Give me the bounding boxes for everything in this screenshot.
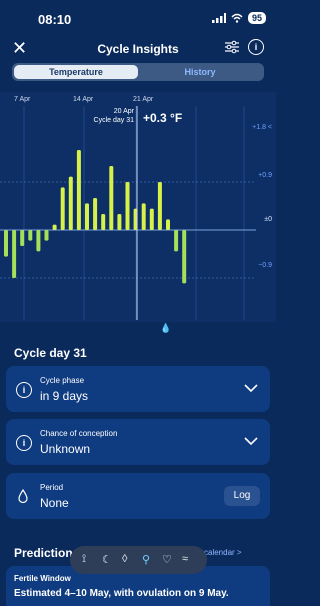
chart-bar[interactable] (44, 230, 49, 241)
x-tick-label: 21 Apr (133, 96, 154, 103)
chart-bar[interactable] (36, 230, 41, 252)
y-tick-label: −0.9 (258, 262, 272, 269)
tab-history[interactable]: History (138, 65, 262, 79)
conception-card[interactable]: i Chance of conception Unknown (6, 419, 270, 465)
wifi-icon (231, 13, 243, 23)
signal-icon (211, 13, 226, 23)
chart-bar[interactable] (174, 230, 179, 252)
cycle-day-title: Cycle day 31 (14, 346, 87, 360)
drop-icon (18, 489, 28, 503)
period-label: Period (40, 483, 64, 492)
chart-bar[interactable] (4, 230, 8, 257)
heart-icon[interactable]: ♡ (162, 553, 172, 566)
cycle-phase-value: in 9 days (40, 389, 89, 403)
chart-bar[interactable] (141, 203, 146, 230)
chart-bar[interactable] (157, 182, 162, 230)
segmented-control: Temperature History (12, 63, 264, 81)
chart-bar[interactable] (182, 230, 187, 284)
chevron-down-icon (244, 384, 258, 393)
quick-toolbar: ⟟ ☾ ◊ ⚲ ♡ ≈ (70, 546, 207, 574)
chart-bar[interactable] (101, 214, 106, 230)
chart-bar[interactable] (166, 219, 170, 230)
drop-icon[interactable]: ◊ (122, 553, 127, 565)
period-value: None (40, 496, 69, 510)
battery-badge: 95 (247, 12, 266, 24)
chart-bar[interactable] (109, 166, 114, 230)
period-card: Period None Log (6, 473, 270, 519)
fertile-window-title: Fertile Window (14, 574, 71, 583)
x-tick-label: 14 Apr (73, 96, 94, 103)
moon-icon[interactable]: ☾ (102, 553, 112, 566)
selected-temperature: +0.3 °F (143, 111, 183, 125)
y-tick-label: +1.8 < (252, 124, 272, 131)
temperature-chart[interactable]: 7 Apr 14 Apr 21 Apr 20 Apr Cycle day 31 … (0, 92, 276, 322)
chart-svg (0, 106, 256, 320)
chart-bar[interactable] (93, 198, 98, 230)
chevron-down-icon (244, 437, 258, 446)
conception-label: Chance of conception (40, 429, 118, 438)
chart-bar[interactable] (76, 150, 81, 230)
info-icon: i (16, 435, 32, 451)
status-time: 08:10 (38, 12, 72, 27)
info-icon[interactable]: i (248, 39, 264, 55)
sprout-icon[interactable]: ⚲ (142, 553, 150, 566)
drop-marker-icon: 💧 (160, 323, 172, 333)
chart-bar[interactable] (60, 187, 65, 230)
conception-value: Unknown (40, 442, 91, 456)
chart-bar[interactable] (117, 214, 122, 230)
tab-temperature[interactable]: Temperature (14, 65, 138, 79)
status-icons: 95 (211, 12, 266, 24)
y-tick-label: +0.9 (258, 172, 272, 179)
chart-bar[interactable] (125, 182, 130, 230)
chart-bar[interactable] (85, 203, 89, 230)
cycle-phase-label: Cycle phase (40, 376, 85, 385)
chart-bar[interactable] (12, 230, 17, 278)
selected-cycle-day: Cycle day 31 (93, 117, 134, 124)
filter-icon[interactable] (224, 40, 240, 54)
y-tick-label: ±0 (264, 216, 272, 223)
selected-date: 20 Apr (113, 108, 134, 115)
chart-bar[interactable] (68, 176, 73, 230)
wave-icon[interactable]: ≈ (182, 553, 188, 565)
fertile-window-text: Estimated 4–10 May, with ovulation on 9 … (14, 588, 229, 599)
symptom-icon[interactable]: ⟟ (82, 553, 86, 566)
log-button[interactable]: Log (224, 486, 260, 506)
chart-bar[interactable] (28, 230, 33, 241)
chart-bar[interactable] (149, 208, 154, 230)
chart-bar[interactable] (20, 230, 25, 246)
cycle-phase-card[interactable]: i Cycle phase in 9 days (6, 366, 270, 412)
info-icon: i (16, 382, 32, 398)
x-tick-label: 7 Apr (14, 96, 31, 103)
chart-bar[interactable] (52, 224, 57, 230)
